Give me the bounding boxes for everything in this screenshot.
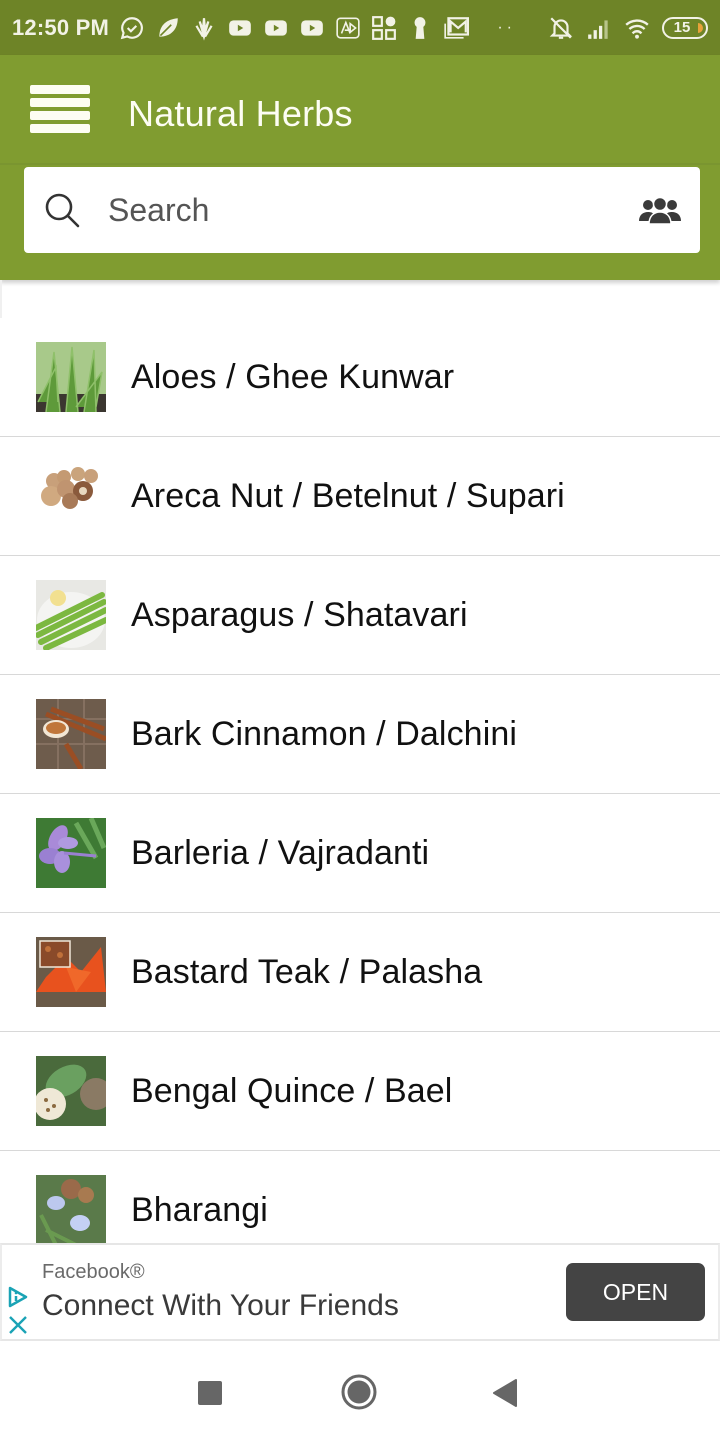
ad-advertiser: Facebook® — [42, 1261, 145, 1283]
hamburger-menu-icon[interactable] — [30, 85, 90, 133]
search-bar[interactable] — [24, 167, 700, 253]
bael-thumbnail — [36, 1056, 106, 1126]
ad-open-button[interactable]: OPEN — [566, 1263, 705, 1321]
gmail-icon — [443, 15, 469, 41]
youtube-icon — [227, 15, 253, 41]
herb-name: Bastard Teak / Palasha — [131, 952, 483, 991]
herb-list[interactable]: Aloes / Ghee Kunwar Areca Nut / Betelnut… — [0, 280, 720, 1243]
recents-button[interactable] — [198, 1381, 222, 1405]
app-bar: Natural Herbs — [0, 55, 720, 280]
list-item[interactable]: Areca Nut / Betelnut / Supari — [0, 437, 720, 556]
herb-name: Barleria / Vajradanti — [131, 833, 430, 872]
list-item[interactable]: Asparagus / Shatavari — [0, 556, 720, 675]
herb-name: Aloes / Ghee Kunwar — [131, 357, 455, 396]
whatsapp-icon — [119, 15, 145, 41]
list-item[interactable]: Aloes / Ghee Kunwar — [0, 318, 720, 437]
ad-close-icon[interactable] — [8, 1315, 28, 1335]
aloe-vera-thumbnail — [36, 342, 106, 412]
ad-banner[interactable]: Facebook® Connect With Your Friends OPEN — [0, 1243, 720, 1341]
system-nav-bar — [0, 1341, 720, 1440]
list-item[interactable]: Bharangi — [0, 1151, 720, 1243]
keyhole-icon — [407, 15, 433, 41]
signal-icon — [586, 15, 612, 41]
areca-nut-thumbnail — [36, 461, 106, 531]
herb-name: Areca Nut / Betelnut / Supari — [131, 476, 565, 515]
notification-icons — [119, 15, 469, 41]
system-status-icons: ·· 15 — [497, 15, 708, 41]
youtube-icon — [263, 15, 289, 41]
battery-indicator: 15 — [662, 16, 708, 39]
list-item[interactable]: Bark Cinnamon / Dalchini — [0, 675, 720, 794]
barleria-thumbnail — [36, 818, 106, 888]
more-notifications-indicator: ·· — [497, 18, 516, 36]
home-button[interactable] — [341, 1374, 377, 1410]
ad-choices-icon[interactable] — [6, 1285, 30, 1309]
leaf-icon — [155, 15, 181, 41]
herb-name: Bharangi — [131, 1190, 268, 1229]
herb-name: Bark Cinnamon / Dalchini — [131, 714, 518, 753]
back-button[interactable] — [492, 1378, 518, 1408]
status-bar: 12:50 PM ·· 15 — [0, 0, 720, 55]
search-icon[interactable] — [42, 190, 82, 230]
ad-headline[interactable]: Connect With Your Friends — [42, 1289, 399, 1323]
palasha-thumbnail — [36, 937, 106, 1007]
wifi-icon — [624, 15, 650, 41]
app-bar-divider — [0, 163, 720, 165]
search-input[interactable] — [108, 191, 608, 229]
list-item[interactable]: Bastard Teak / Palasha — [0, 913, 720, 1032]
asparagus-thumbnail — [36, 580, 106, 650]
list-item[interactable]: Barleria / Vajradanti — [0, 794, 720, 913]
cinnamon-thumbnail — [36, 699, 106, 769]
bell-muted-icon — [548, 15, 574, 41]
list-top-spacer — [0, 280, 720, 318]
alt-app-icon — [335, 15, 361, 41]
page-title: Natural Herbs — [128, 93, 353, 134]
plant-icon — [191, 15, 217, 41]
people-group-icon[interactable] — [638, 195, 682, 225]
bharangi-thumbnail — [36, 1175, 106, 1243]
herb-name: Bengal Quince / Bael — [131, 1071, 453, 1110]
apps-grid-icon — [371, 15, 397, 41]
youtube-icon — [299, 15, 325, 41]
status-time: 12:50 PM — [12, 14, 109, 40]
herb-name: Asparagus / Shatavari — [131, 595, 468, 634]
list-item[interactable]: Bengal Quince / Bael — [0, 1032, 720, 1151]
